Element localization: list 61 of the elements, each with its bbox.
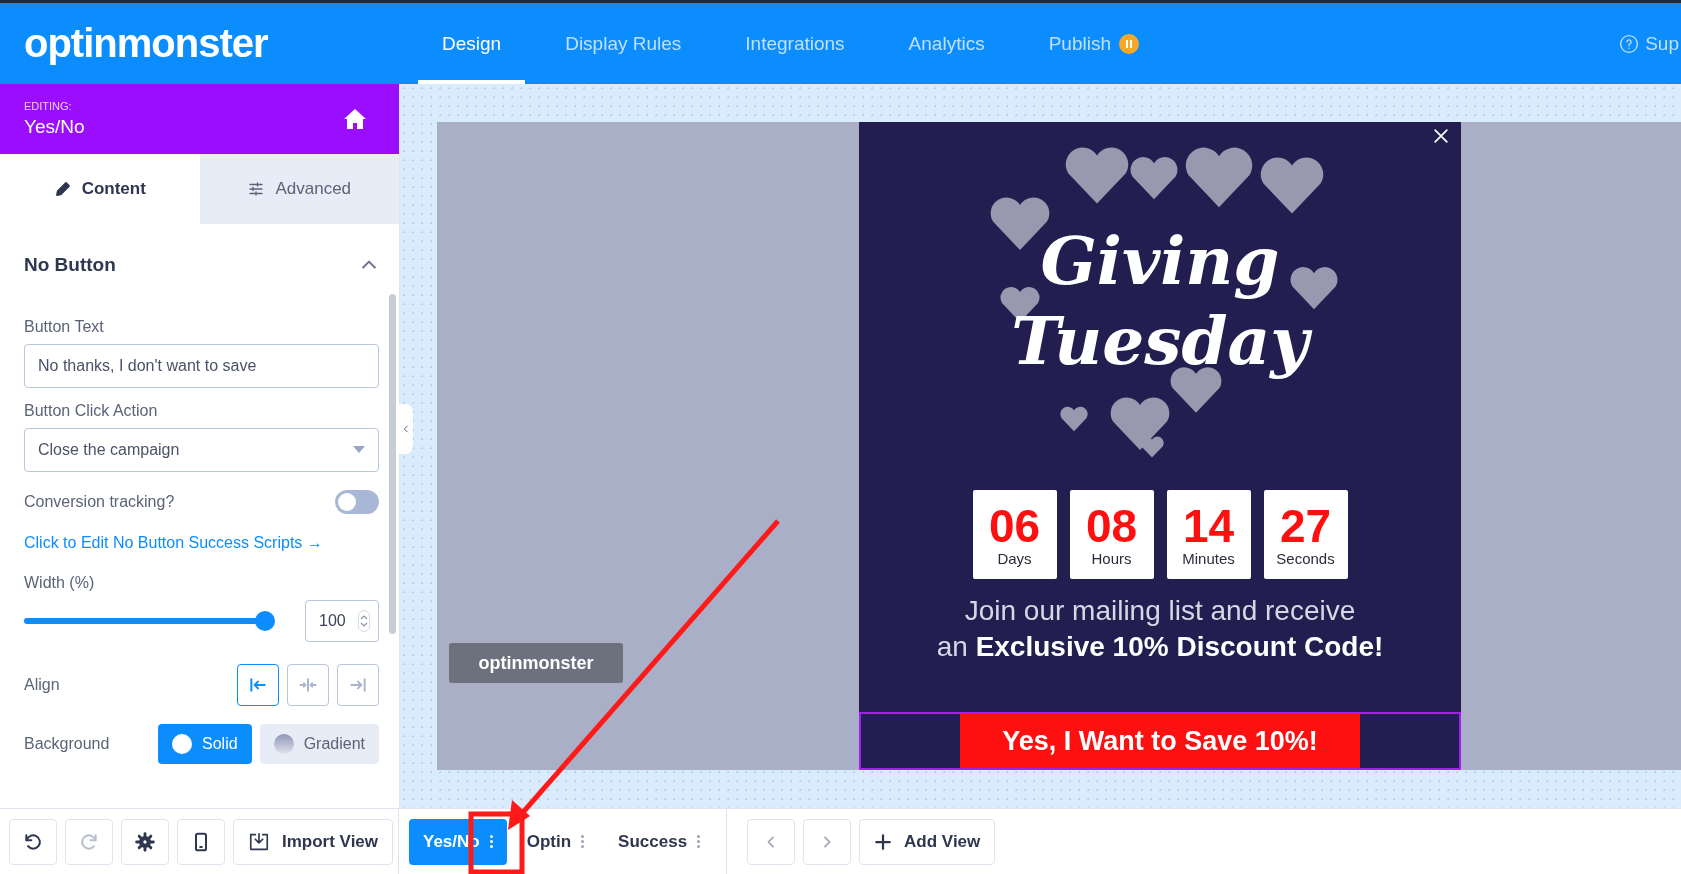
background-option[interactable]: Gradient [259, 724, 379, 764]
align-button[interactable] [337, 664, 379, 706]
align-right-icon [348, 675, 368, 695]
countdown-box: 14 Minutes [1166, 490, 1251, 579]
align-button[interactable] [287, 664, 329, 706]
countdown-box: 27 Seconds [1263, 490, 1348, 579]
field-label: Conversion tracking? [24, 493, 175, 511]
offer-text: Join our mailing list and receive an Exclusive 10% Discount Code! [936, 594, 1384, 664]
logo: optinmonster [24, 21, 268, 66]
field-label: Button Click Action [24, 402, 159, 420]
view-name: Yes/No [24, 116, 85, 138]
align-center-icon [298, 675, 318, 695]
field-label: Width (%) [24, 574, 96, 592]
field-label: Button Text [24, 318, 105, 336]
solid-swatch-icon [172, 734, 193, 754]
settings-button[interactable] [121, 818, 169, 865]
home-icon[interactable] [343, 108, 367, 130]
sliders-icon [247, 180, 266, 198]
section-title: No Button [24, 254, 116, 276]
button-text-field[interactable]: No thanks, I don't want to save [24, 344, 379, 388]
scrollbar[interactable] [389, 294, 396, 634]
settings-icon [135, 831, 155, 852]
headline: Giving Tuesday [995, 221, 1325, 381]
kebab-icon[interactable] [581, 835, 585, 848]
align-left-icon [248, 675, 268, 695]
countdown-box: 06 Days [972, 490, 1057, 579]
conversion-toggle[interactable] [335, 490, 379, 514]
gradient-swatch-icon [273, 734, 294, 754]
pencil-icon [53, 180, 72, 198]
align-button[interactable] [237, 664, 279, 706]
chevron-left-icon [401, 422, 411, 436]
plus-icon [874, 832, 893, 851]
pause-icon [1118, 33, 1139, 54]
undo-button[interactable] [9, 818, 57, 865]
kebab-icon[interactable] [489, 835, 493, 848]
panel-tab[interactable]: Advanced [199, 154, 399, 224]
scripts-link[interactable]: Click to Edit No Button Success Scripts → [24, 534, 323, 552]
background-option[interactable]: Solid [158, 724, 252, 764]
slider-thumb[interactable] [255, 611, 275, 631]
import-view-button[interactable]: Import View [233, 818, 394, 865]
editing-caption: EDITING: [24, 100, 73, 112]
field-label: Align [24, 676, 60, 694]
redo-icon [79, 831, 99, 852]
import-icon [248, 830, 270, 853]
brand-badge: optinmonster [449, 643, 623, 683]
undo-icon [23, 831, 43, 852]
mobile-button[interactable] [177, 818, 225, 865]
width-slider[interactable] [24, 611, 275, 631]
close-button[interactable] [1431, 126, 1451, 146]
dropdown-caret-icon [353, 446, 365, 454]
help-icon [1619, 33, 1640, 54]
kebab-icon[interactable] [697, 835, 701, 848]
collapse-handle[interactable] [399, 404, 413, 454]
add-view-button[interactable]: Add View [859, 818, 996, 865]
cta-button[interactable]: Yes, I Want to Save 10%! [960, 714, 1360, 768]
close-icon [1431, 126, 1451, 146]
field-label: Background [24, 735, 110, 753]
view-tab[interactable]: Success [604, 818, 715, 865]
width-input[interactable]: 100 [305, 600, 379, 642]
countdown-box: 08 Hours [1069, 490, 1154, 579]
click-action-dropdown[interactable]: Close the campaign [24, 428, 379, 472]
